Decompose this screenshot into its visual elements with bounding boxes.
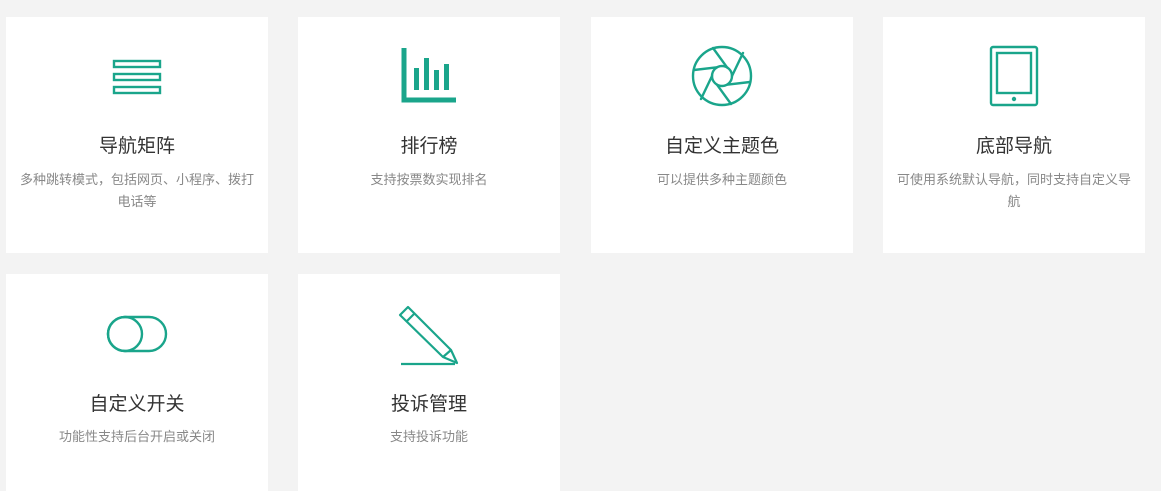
- feature-card-custom-switch[interactable]: 自定义开关 功能性支持后台开启或关闭: [6, 274, 268, 491]
- feature-title: 底部导航: [975, 135, 1052, 157]
- feature-card-nav-matrix[interactable]: 导航矩阵 多种跳转模式，包括网页、小程序、拨打电话等: [6, 17, 268, 253]
- feature-title: 自定义开关: [89, 393, 185, 415]
- menu-lines-icon: [112, 59, 162, 95]
- feature-description: 功能性支持后台开启或关闭: [58, 430, 215, 445]
- feature-title: 投诉管理: [390, 393, 467, 415]
- feature-description: 支持投诉功能: [389, 430, 468, 445]
- feature-card-complaint[interactable]: 投诉管理 支持投诉功能: [298, 274, 560, 491]
- feature-title: 导航矩阵: [98, 135, 175, 157]
- feature-description: 可以提供多种主题颜色: [656, 173, 787, 188]
- feature-card-theme-color[interactable]: 自定义主题色 可以提供多种主题颜色: [591, 17, 853, 253]
- feature-description: 多种跳转模式，包括网页、小程序、拨打电话等: [19, 173, 254, 210]
- pencil-icon: [398, 305, 459, 366]
- aperture-icon: [691, 45, 753, 107]
- feature-card-bottom-nav[interactable]: 底部导航 可使用系统默认导航，同时支持自定义导航: [883, 17, 1145, 253]
- bar-chart-icon: [401, 48, 456, 103]
- toggle-icon: [106, 315, 168, 353]
- tablet-icon: [989, 45, 1039, 107]
- feature-description: 支持按票数实现排名: [370, 173, 488, 188]
- feature-card-ranking[interactable]: 排行榜 支持按票数实现排名: [298, 17, 560, 253]
- feature-description: 可使用系统默认导航，同时支持自定义导航: [896, 173, 1131, 210]
- feature-title: 排行榜: [400, 135, 458, 157]
- feature-title: 自定义主题色: [664, 135, 779, 157]
